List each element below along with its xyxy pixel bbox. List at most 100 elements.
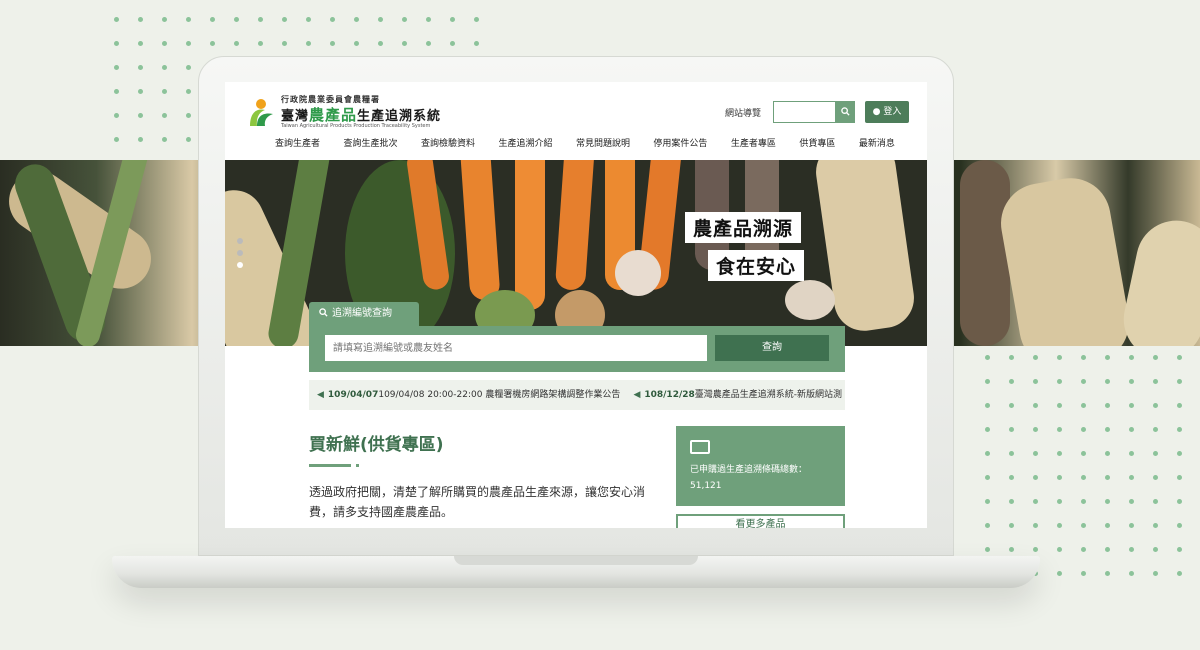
query-button[interactable]: 查詢 xyxy=(715,335,829,361)
carousel-dot[interactable] xyxy=(237,250,243,256)
nav-item-producer[interactable]: 查詢生產者 xyxy=(275,136,320,152)
decorative-dot xyxy=(1081,571,1086,576)
logo-title-suffix: 生產追溯系統 xyxy=(357,109,442,124)
decorative-dot xyxy=(210,41,215,46)
decorative-dot xyxy=(1153,475,1158,480)
decorative-dot xyxy=(450,41,455,46)
decorative-dot xyxy=(1177,547,1182,552)
decorative-dot xyxy=(1081,499,1086,504)
decorative-dot xyxy=(985,499,990,504)
decorative-dot xyxy=(1009,475,1014,480)
decorative-dot xyxy=(474,17,479,22)
nav-item-suspended[interactable]: 停用案件公告 xyxy=(653,136,707,152)
site-search-input[interactable] xyxy=(773,101,837,123)
decorative-dot xyxy=(985,523,990,528)
more-products-button[interactable]: 看更多產品 xyxy=(676,514,845,528)
decorative-dot xyxy=(1177,451,1182,456)
ticker-text: 臺灣農產品生產追溯系統-新版網站測 xyxy=(694,390,843,400)
decorative-dot xyxy=(138,17,143,22)
decorative-dot xyxy=(210,17,215,22)
decorative-dot xyxy=(1081,451,1086,456)
decorative-dot xyxy=(1057,427,1062,432)
nav-item-supply-zone[interactable]: 供貨專區 xyxy=(799,136,835,152)
decorative-dot xyxy=(114,137,119,142)
trace-number-input[interactable] xyxy=(325,335,707,361)
hero-carousel-dots[interactable] xyxy=(237,238,243,274)
decorative-dot xyxy=(162,65,167,70)
nav-item-producer-zone[interactable]: 生產者專區 xyxy=(731,136,776,152)
decorative-dot xyxy=(426,17,431,22)
laptop-screen: 行政院農業委員會農糧署 臺灣農產品生產追溯系統 Taiwan Agricultu… xyxy=(225,82,927,528)
carousel-dot-active[interactable] xyxy=(237,262,243,268)
login-button[interactable]: ● 登入 xyxy=(865,101,909,123)
title-underline-dot xyxy=(356,464,359,467)
decorative-dot xyxy=(1009,523,1014,528)
decorative-dot xyxy=(1033,475,1038,480)
decorative-dot xyxy=(186,41,191,46)
decorative-dot xyxy=(282,41,287,46)
nav-item-batch[interactable]: 查詢生產批次 xyxy=(343,136,397,152)
barcode-stats-text: 已申購過生產追溯條碼總數：51,121 xyxy=(690,465,808,491)
nav-item-faq[interactable]: 常見問題說明 xyxy=(576,136,630,152)
decorative-dot xyxy=(1009,379,1014,384)
decorative-dot xyxy=(114,41,119,46)
decorative-dot xyxy=(474,41,479,46)
decorative-dot xyxy=(138,113,143,118)
decorative-dot xyxy=(1153,451,1158,456)
decorative-dot xyxy=(1129,547,1134,552)
trace-search-tab[interactable]: 追溯編號查詢 xyxy=(309,302,419,326)
nav-item-inspection[interactable]: 查詢檢驗資料 xyxy=(421,136,475,152)
logo-mark-icon xyxy=(250,99,273,126)
decorative-dot xyxy=(1177,523,1182,528)
decorative-dot xyxy=(1177,427,1182,432)
search-icon xyxy=(319,308,328,317)
login-label: 登入 xyxy=(883,107,902,117)
decorative-dot xyxy=(1081,427,1086,432)
decorative-dot xyxy=(186,17,191,22)
decorative-dot xyxy=(1033,499,1038,504)
ticker-item[interactable]: ◀ 108/12/28臺灣農產品生產追溯系統-新版網站測 xyxy=(633,380,842,410)
decorative-dot xyxy=(985,379,990,384)
decorative-dot xyxy=(1009,451,1014,456)
decorative-dot xyxy=(1033,523,1038,528)
logo-title-prefix: 臺灣 xyxy=(281,109,310,124)
decorative-dot xyxy=(1153,379,1158,384)
decorative-dot xyxy=(1057,379,1062,384)
decorative-dot xyxy=(1177,499,1182,504)
ticker-text: 109/04/08 20:00-22:00 農糧署機房網路架構調整作業公告 xyxy=(378,390,621,400)
decorative-dot xyxy=(1057,475,1062,480)
carousel-dot[interactable] xyxy=(237,238,243,244)
decorative-dot xyxy=(1105,499,1110,504)
decorative-dot xyxy=(114,113,119,118)
logo-title-highlight: 農產品 xyxy=(309,106,358,124)
site-logo[interactable]: 行政院農業委員會農糧署 臺灣農產品生產追溯系統 Taiwan Agricultu… xyxy=(247,94,457,134)
sitemap-link[interactable]: 網站導覽 xyxy=(725,106,761,119)
decorative-dot xyxy=(1057,403,1062,408)
decorative-dot xyxy=(985,475,990,480)
decorative-dot xyxy=(1153,355,1158,360)
decorative-dot xyxy=(114,17,119,22)
site-search-button[interactable] xyxy=(835,101,855,123)
decorative-dot xyxy=(234,41,239,46)
decorative-dot xyxy=(1033,451,1038,456)
nav-item-trace-intro[interactable]: 生產追溯介紹 xyxy=(498,136,552,152)
decorative-dot xyxy=(1105,571,1110,576)
decorative-dot xyxy=(1081,355,1086,360)
decorative-dot xyxy=(282,17,287,22)
decorative-dot xyxy=(1009,403,1014,408)
ticker-item[interactable]: ◀ 109/04/07109/04/08 20:00-22:00 農糧署機房網路架… xyxy=(317,380,620,410)
search-icon xyxy=(840,107,850,116)
decorative-dot xyxy=(1081,403,1086,408)
decorative-dot xyxy=(1177,379,1182,384)
id-card-icon xyxy=(690,440,710,454)
news-ticker: ◀ 109/04/07109/04/08 20:00-22:00 農糧署機房網路架… xyxy=(309,380,845,410)
nav-item-news[interactable]: 最新消息 xyxy=(859,136,895,152)
decorative-dot xyxy=(162,17,167,22)
decorative-dot xyxy=(1105,403,1110,408)
decorative-dot xyxy=(1153,523,1158,528)
decorative-dot xyxy=(1129,451,1134,456)
decorative-dot xyxy=(1105,379,1110,384)
megaphone-icon: ◀ xyxy=(633,390,641,400)
site-header: 行政院農業委員會農糧署 臺灣農產品生產追溯系統 Taiwan Agricultu… xyxy=(225,82,927,160)
decorative-dot xyxy=(1033,355,1038,360)
